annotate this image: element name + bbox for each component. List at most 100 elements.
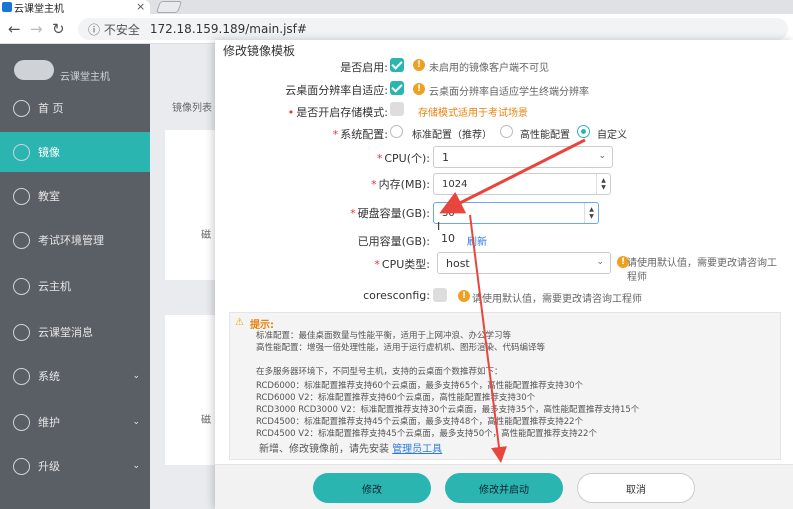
- dialog-title: 修改镜像模板: [223, 44, 296, 58]
- tip-line: 标准配置：最佳桌面数量与性能平衡，适用于上网冲浪、办公学习等: [256, 331, 512, 341]
- tip-line: 在多服务器环境下，不同型号主机，支持的云桌面个数推荐如下：: [256, 367, 503, 377]
- browser-tab[interactable]: 云课堂主机 ×: [0, 0, 150, 15]
- tip-line: 高性能配置：增强一倍处理性能，适用于运行虚机机、图形渲染、代码编译等: [256, 343, 546, 353]
- memory-label: * 内存(MB):: [371, 178, 430, 191]
- cpu-label: * CPU(个):: [376, 152, 430, 165]
- sidebar-item-label: 镜像: [38, 146, 60, 159]
- logo-text: 云课堂主机: [60, 72, 110, 83]
- tip-line: RCD3000 RCD3000 V2：标准配置推荐支持30个云桌面，最多支持35…: [256, 405, 640, 415]
- sidebar-item-image[interactable]: 镜像: [0, 132, 150, 172]
- modify-and-start-button[interactable]: 修改并启动: [445, 473, 563, 503]
- adaptive-label: 云桌面分辨率自适应:: [285, 84, 388, 97]
- maintenance-icon: [13, 413, 30, 431]
- url-field[interactable]: ⓘ 不安全 172.18.159.189/main.jsf#: [78, 18, 788, 40]
- reload-icon[interactable]: ↻: [52, 20, 65, 38]
- adaptive-hint: 云桌面分辨率自适应学生终端分辨率: [429, 87, 589, 98]
- sidebar-item-host[interactable]: 云主机: [0, 266, 150, 306]
- chevron-down-icon: ⌄: [132, 371, 140, 381]
- install-prefix: 新增、修改镜像前，请先安装: [259, 444, 389, 455]
- chevron-down-icon: ⌄: [132, 417, 140, 427]
- text-cursor-icon: I: [437, 220, 441, 233]
- cpu-select[interactable]: 1 ⌄: [433, 146, 613, 168]
- stepper-arrows-icon[interactable]: ▲ ▼: [584, 203, 598, 223]
- adaptive-checkbox[interactable]: [390, 81, 404, 95]
- classroom-icon: [13, 187, 30, 205]
- sidebar: 云课堂主机 首 页 镜像 教室 考试环境管理 云主机 云课堂消息 系统 ⌄ 维护…: [0, 44, 150, 509]
- cpu-type-hint: 请使用默认值，需要更改请咨询工: [627, 258, 777, 269]
- used-value: 10: [441, 232, 455, 245]
- background-card: 磁: [165, 130, 215, 280]
- stepper-arrows-icon[interactable]: ▲ ▼: [596, 174, 610, 194]
- modify-button[interactable]: 修改: [313, 473, 431, 503]
- disk-stepper[interactable]: 30 ▲ ▼: [433, 202, 599, 224]
- storage-mode-checkbox[interactable]: [390, 102, 404, 116]
- upgrade-icon: [13, 457, 30, 475]
- cpu-type-label: * CPU类型:: [374, 258, 430, 271]
- sidebar-item-message[interactable]: 云课堂消息: [0, 312, 150, 352]
- forward-icon[interactable]: →: [30, 20, 43, 38]
- sidebar-item-classroom[interactable]: 教室: [0, 176, 150, 216]
- sidebar-item-exam[interactable]: 考试环境管理: [0, 220, 150, 260]
- coresconfig-hint: 请使用默认值，需要更改请咨询工程师: [472, 294, 642, 305]
- sidebar-item-label: 系统: [38, 370, 60, 383]
- tab-close-icon[interactable]: ×: [136, 0, 145, 13]
- enabled-checkbox[interactable]: [390, 58, 404, 72]
- tip-line: RCD6000：标准配置推荐支持60个云桌面，最多支持65个，高性能配置推荐支持…: [256, 381, 584, 391]
- sidebar-item-upgrade[interactable]: 升级 ⌄: [0, 446, 150, 486]
- cpu-type-hint-cont: 程师: [627, 272, 647, 283]
- url-text: 172.18.159.189/main.jsf#: [149, 22, 307, 36]
- coresconfig-label: coresconfig:: [363, 289, 430, 302]
- message-icon: [13, 323, 30, 341]
- disk-value: 30: [442, 207, 455, 219]
- radio-standard[interactable]: [390, 125, 403, 138]
- sidebar-item-label: 考试环境管理: [38, 234, 104, 247]
- sidebar-item-home[interactable]: 首 页: [0, 88, 150, 128]
- cloud-logo-icon: [14, 60, 54, 80]
- sidebar-item-label: 教室: [38, 190, 60, 203]
- exam-icon: [13, 231, 30, 249]
- memory-value: 1024: [442, 178, 468, 190]
- cpu-value: 1: [442, 150, 449, 164]
- sidebar-item-label: 维护: [38, 416, 60, 429]
- enabled-label: 是否启用:: [340, 61, 388, 74]
- card-label: 磁: [201, 415, 211, 426]
- tab-title: 云课堂主机: [14, 3, 64, 15]
- sidebar-item-label: 升级: [38, 460, 60, 473]
- image-icon: [13, 143, 30, 161]
- tip-box: ⚠ 提示: 标准配置：最佳桌面数量与性能平衡，适用于上网冲浪、办公学习等 高性能…: [229, 312, 781, 460]
- refresh-link[interactable]: 刷新: [467, 233, 487, 248]
- background-card: 磁: [165, 315, 215, 465]
- info-icon: !: [413, 59, 425, 71]
- info-icon: !: [458, 290, 470, 302]
- favicon-icon: [2, 2, 12, 12]
- back-icon[interactable]: ←: [8, 20, 21, 38]
- insecure-label[interactable]: ⓘ 不安全: [88, 21, 140, 38]
- coresconfig-checkbox[interactable]: [433, 288, 447, 302]
- host-icon: [13, 277, 30, 295]
- radio-custom-label: 自定义: [597, 130, 627, 141]
- disk-label: * 硬盘容量(GB):: [350, 207, 430, 220]
- home-icon: [13, 99, 30, 117]
- cpu-type-select[interactable]: host ⌄: [437, 252, 611, 274]
- radio-high-performance[interactable]: [500, 125, 513, 138]
- memory-stepper[interactable]: 1024 ▲ ▼: [433, 173, 611, 195]
- logo: 云课堂主机: [14, 56, 124, 86]
- card-label: 磁: [201, 230, 211, 241]
- tip-line: RCD6000 V2：标准配置推荐支持60个云桌面，高性能配置推荐支持30个: [256, 393, 536, 403]
- sidebar-item-maintenance[interactable]: 维护 ⌄: [0, 402, 150, 442]
- radio-custom[interactable]: [577, 125, 590, 138]
- sidebar-item-label: 首 页: [38, 102, 64, 115]
- radio-standard-label: 标准配置（推荐）: [412, 130, 492, 141]
- cancel-button[interactable]: 取消: [577, 473, 695, 503]
- enabled-hint: 未启用的镜像客户端不可见: [429, 63, 549, 74]
- new-tab-button[interactable]: [155, 1, 183, 13]
- cpu-type-value: host: [446, 256, 470, 270]
- used-label: 已用容量(GB):: [357, 235, 430, 248]
- sidebar-item-label: 云课堂消息: [38, 326, 93, 339]
- tip-line: RCD4500 V2：标准配置推荐支持45个云桌面，最多支持50个，高性能配置推…: [256, 429, 597, 439]
- sidebar-item-system[interactable]: 系统 ⌄: [0, 356, 150, 396]
- admin-tool-link[interactable]: 管理员工具: [392, 444, 442, 455]
- tip-line: RCD4500：标准配置推荐支持45个云桌面，最多支持48个，高性能配置推荐支持…: [256, 417, 584, 427]
- install-note: 新增、修改镜像前，请先安装 管理员工具: [259, 440, 442, 455]
- system-icon: [13, 367, 30, 385]
